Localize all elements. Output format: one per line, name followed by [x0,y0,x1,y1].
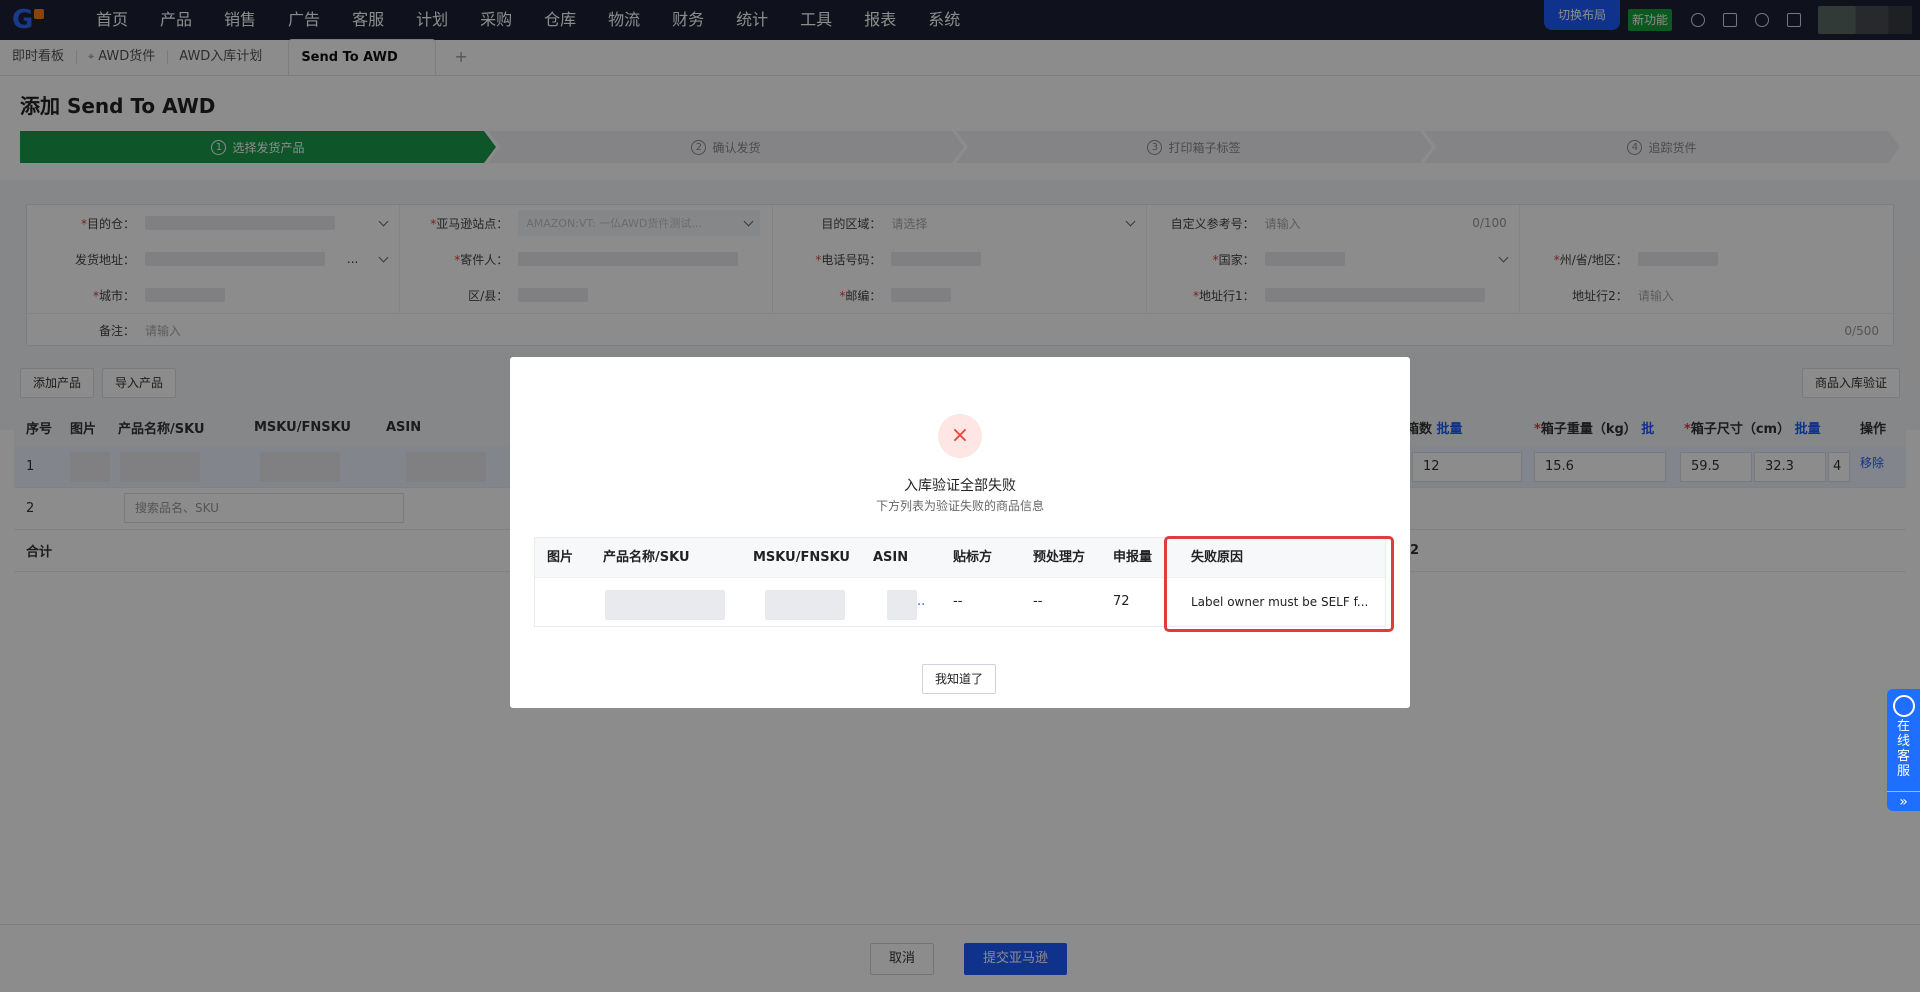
online-service-label: 在线客服 [1896,719,1910,779]
column-header-label-owner: 贴标方 [953,550,993,565]
close-circle-icon: × [938,414,982,458]
column-header-prep-owner: 预处理方 [1033,550,1086,565]
column-header-quantity: 申报量 [1113,550,1153,565]
headset-icon [1892,695,1915,717]
dialog-title: 入库验证全部失败 [904,478,1016,494]
asin-link[interactable]: .. [917,578,925,626]
column-header-name-sku: 产品名称/SKU [603,550,690,565]
prep-owner-value: -- [1033,594,1043,609]
asin-redacted [887,590,917,620]
msku-redacted [765,590,845,620]
quantity-value: 72 [1113,594,1130,609]
column-header-image: 图片 [547,550,574,565]
acknowledge-button[interactable]: 我知道了 [922,664,997,694]
online-service-widget[interactable]: 在线客服 » [1887,689,1920,811]
collapse-arrow-icon[interactable]: » [1887,791,1920,811]
product-name-redacted [605,590,725,620]
validation-failed-dialog: × 入库验证全部失败 下方列表为验证失败的商品信息 图片 产品名称/SKU MS… [510,357,1410,708]
column-header-asin: ASIN [873,550,909,565]
failure-reason-highlight [1164,536,1394,632]
column-header-msku: MSKU/FNSKU [753,550,850,565]
label-owner-value: -- [953,594,963,609]
dialog-subtitle: 下方列表为验证失败的商品信息 [875,499,1044,513]
